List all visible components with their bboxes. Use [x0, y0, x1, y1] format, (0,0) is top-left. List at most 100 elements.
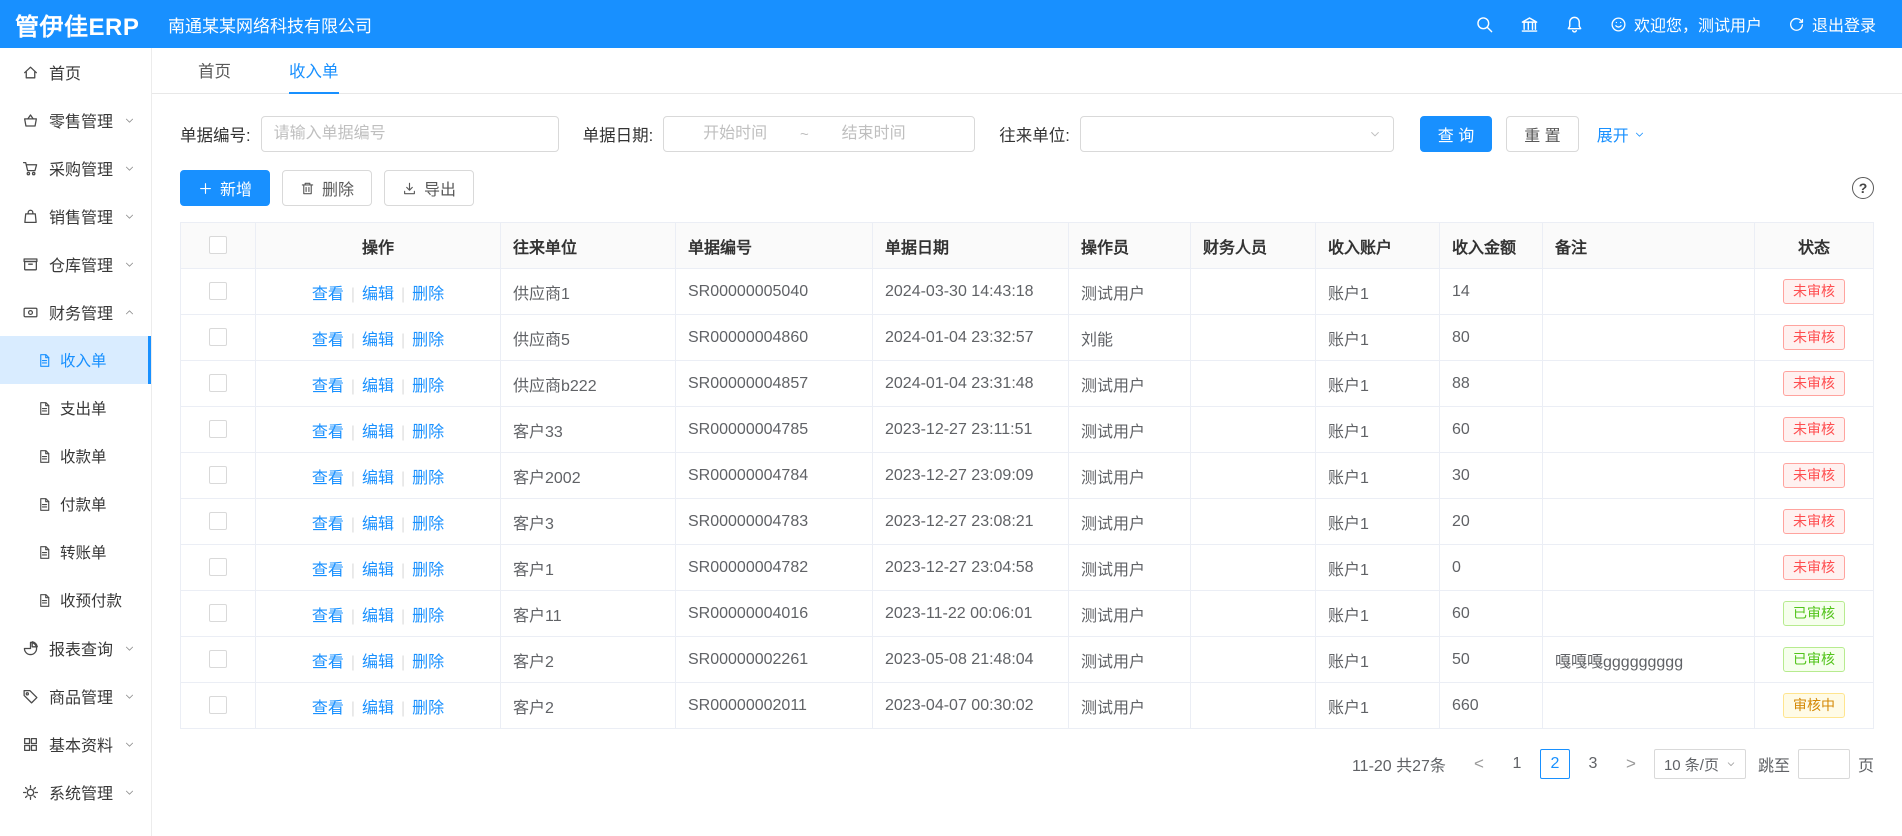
docno-input[interactable]	[261, 116, 559, 152]
row-checkbox[interactable]	[209, 282, 227, 300]
chevron-down-icon	[1726, 759, 1736, 769]
sidebar-item-label: 支出单	[60, 397, 107, 419]
cell-partner: 客户33	[501, 407, 676, 453]
row-action-edit[interactable]: 编辑	[362, 470, 394, 487]
row-action-delete[interactable]: 删除	[412, 700, 444, 717]
row-checkbox[interactable]	[209, 374, 227, 392]
reset-button[interactable]: 重 置	[1506, 116, 1578, 152]
row-action-view[interactable]: 查看	[312, 424, 344, 441]
delete-button[interactable]: 删除	[282, 170, 372, 206]
sidebar-item-expense[interactable]: 支出单	[0, 384, 151, 432]
row-action-edit[interactable]: 编辑	[362, 332, 394, 349]
row-action-delete[interactable]: 删除	[412, 516, 444, 533]
cell-status: 未审核	[1755, 361, 1874, 407]
page-button-2[interactable]: 2	[1540, 749, 1570, 779]
row-action-delete[interactable]: 删除	[412, 286, 444, 303]
row-checkbox[interactable]	[209, 604, 227, 622]
row-checkbox[interactable]	[209, 328, 227, 346]
sidebar-item-home[interactable]: 首页	[0, 48, 151, 96]
row-action-delete[interactable]: 删除	[412, 562, 444, 579]
chevron-down-icon	[124, 691, 135, 702]
tab-home[interactable]: 首页	[198, 48, 231, 94]
sidebar-item-basic[interactable]: 基本资料	[0, 720, 151, 768]
row-action-view[interactable]: 查看	[312, 700, 344, 717]
row-checkbox[interactable]	[209, 696, 227, 714]
tab-income[interactable]: 收入单	[289, 48, 339, 94]
row-action-view[interactable]: 查看	[312, 470, 344, 487]
partner-select[interactable]	[1080, 116, 1394, 152]
sidebar-item-label: 付款单	[60, 493, 107, 515]
page-size-select[interactable]: 10 条/页	[1654, 749, 1746, 779]
select-all-checkbox[interactable]	[209, 236, 227, 254]
sidebar-item-pay[interactable]: 付款单	[0, 480, 151, 528]
welcome-user[interactable]: 欢迎您，测试用户	[1610, 12, 1762, 36]
next-page-button[interactable]: >	[1616, 749, 1646, 779]
cell-doc-no: SR00000004782	[676, 545, 873, 591]
date-end-input[interactable]	[813, 124, 935, 144]
row-action-view[interactable]: 查看	[312, 332, 344, 349]
page-button-1[interactable]: 1	[1502, 749, 1532, 779]
row-action-delete[interactable]: 删除	[412, 654, 444, 671]
row-action-view[interactable]: 查看	[312, 654, 344, 671]
bank-icon[interactable]	[1520, 15, 1539, 34]
logout-button[interactable]: 退出登录	[1788, 12, 1876, 36]
sidebar-item-label: 采购管理	[49, 156, 113, 180]
search-button[interactable]: 查 询	[1420, 116, 1492, 152]
row-action-delete[interactable]: 删除	[412, 378, 444, 395]
prev-page-button[interactable]: <	[1464, 749, 1494, 779]
row-action-edit[interactable]: 编辑	[362, 424, 394, 441]
cell-status: 审核中	[1755, 683, 1874, 729]
row-action-view[interactable]: 查看	[312, 286, 344, 303]
sidebar-item-goods[interactable]: 商品管理	[0, 672, 151, 720]
row-action-edit[interactable]: 编辑	[362, 378, 394, 395]
date-range-picker[interactable]: ~	[663, 116, 975, 152]
row-action-delete[interactable]: 删除	[412, 424, 444, 441]
pagination-total: 11-20 共27条	[1352, 752, 1446, 776]
table-row: 查看|编辑|删除客户33SR000000047852023-12-27 23:1…	[181, 407, 1874, 453]
jump-input[interactable]	[1798, 749, 1850, 779]
row-action-delete[interactable]: 删除	[412, 608, 444, 625]
row-action-edit[interactable]: 编辑	[362, 516, 394, 533]
row-checkbox[interactable]	[209, 558, 227, 576]
logout-icon	[1788, 16, 1805, 33]
row-action-view[interactable]: 查看	[312, 516, 344, 533]
row-action-edit[interactable]: 编辑	[362, 700, 394, 717]
search-icon[interactable]	[1475, 15, 1494, 34]
chevron-down-icon	[1369, 128, 1381, 140]
row-action-edit[interactable]: 编辑	[362, 286, 394, 303]
row-action-view[interactable]: 查看	[312, 378, 344, 395]
sidebar-item-advance[interactable]: 收预付款	[0, 576, 151, 624]
sidebar-item-warehouse[interactable]: 仓库管理	[0, 240, 151, 288]
row-action-edit[interactable]: 编辑	[362, 562, 394, 579]
sidebar-item-system[interactable]: 系统管理	[0, 768, 151, 816]
sidebar-item-reports[interactable]: 报表查询	[0, 624, 151, 672]
bell-icon[interactable]	[1565, 15, 1584, 34]
table-row: 查看|编辑|删除供应商b222SR000000048572024-01-04 2…	[181, 361, 1874, 407]
row-checkbox[interactable]	[209, 512, 227, 530]
row-checkbox[interactable]	[209, 420, 227, 438]
export-button[interactable]: 导出	[384, 170, 474, 206]
date-start-input[interactable]	[674, 124, 796, 144]
sidebar-item-income[interactable]: 收入单	[0, 336, 151, 384]
sidebar-item-transfer[interactable]: 转账单	[0, 528, 151, 576]
row-action-delete[interactable]: 删除	[412, 470, 444, 487]
row-action-view[interactable]: 查看	[312, 562, 344, 579]
page-button-3[interactable]: 3	[1578, 749, 1608, 779]
row-action-edit[interactable]: 编辑	[362, 608, 394, 625]
expand-link[interactable]: 展开	[1597, 122, 1645, 146]
row-checkbox[interactable]	[209, 650, 227, 668]
sidebar-item-retail[interactable]: 零售管理	[0, 96, 151, 144]
sidebar-item-purchase[interactable]: 采购管理	[0, 144, 151, 192]
row-checkbox[interactable]	[209, 466, 227, 484]
sidebar-item-receive[interactable]: 收款单	[0, 432, 151, 480]
sidebar-item-sales[interactable]: 销售管理	[0, 192, 151, 240]
add-button[interactable]: 新增	[180, 170, 270, 206]
help-icon[interactable]	[1852, 177, 1874, 199]
cell-amount: 50	[1440, 637, 1543, 683]
sidebar-item-finance[interactable]: 财务管理	[0, 288, 151, 336]
row-action-delete[interactable]: 删除	[412, 332, 444, 349]
action-divider: |	[351, 516, 355, 533]
row-select-cell	[181, 453, 256, 499]
row-action-view[interactable]: 查看	[312, 608, 344, 625]
row-action-edit[interactable]: 编辑	[362, 654, 394, 671]
